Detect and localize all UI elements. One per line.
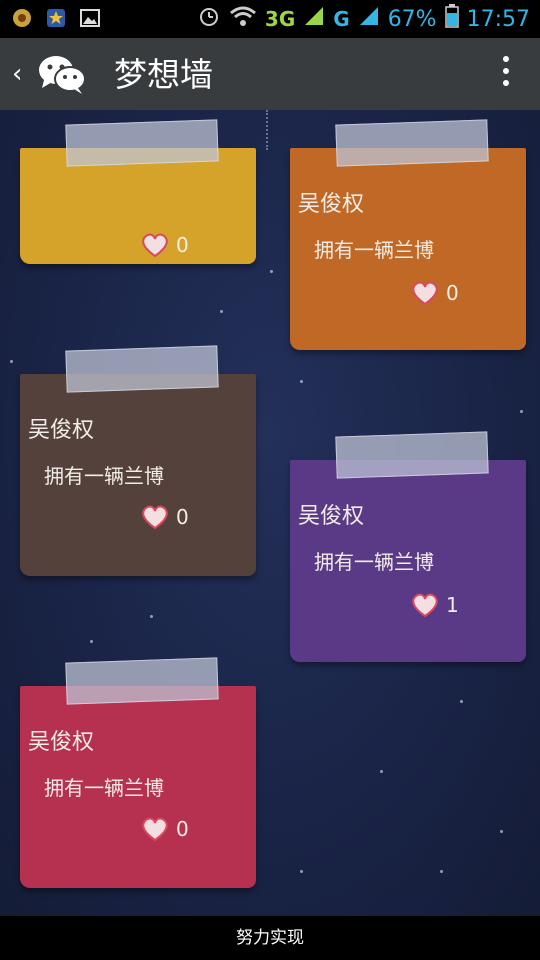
dream-note[interactable]: 0 <box>20 119 256 264</box>
dream-note[interactable]: 吴俊权 拥有一辆兰博 0 <box>20 657 256 888</box>
note-wish: 拥有一辆兰博 <box>314 238 434 262</box>
star-dot <box>150 615 153 618</box>
heart-icon <box>142 233 168 258</box>
note-author: 吴俊权 <box>28 730 95 755</box>
star-dot <box>300 380 303 383</box>
like-button[interactable]: 0 <box>140 816 189 842</box>
dream-wall[interactable]: 0 吴俊权 拥有一辆兰博 0 吴俊权 拥有一辆兰博 0 吴俊权 拥有一辆兰博 1 <box>0 110 540 916</box>
dream-note[interactable]: 吴俊权 拥有一辆兰博 0 <box>20 345 256 576</box>
overflow-menu-icon[interactable] <box>502 56 510 92</box>
heart-icon <box>142 505 168 530</box>
battery-percent: 67% <box>387 6 437 32</box>
battery-icon <box>444 4 459 34</box>
like-button[interactable]: 0 <box>410 280 459 306</box>
tape <box>65 119 219 167</box>
note-wish: 拥有一辆兰博 <box>44 464 164 488</box>
dream-note[interactable]: 吴俊权 拥有一辆兰博 0 <box>290 119 526 350</box>
tape <box>335 431 489 479</box>
dream-note[interactable]: 吴俊权 拥有一辆兰博 1 <box>290 431 526 662</box>
star-dot <box>300 870 303 873</box>
note-author: 吴俊权 <box>28 418 95 443</box>
note-author: 吴俊权 <box>298 504 365 529</box>
note-author: 吴俊权 <box>298 192 365 217</box>
bottom-action-button[interactable]: 努力实现 <box>0 916 540 960</box>
tape <box>65 657 219 705</box>
back-button[interactable]: ‹ <box>12 60 30 88</box>
like-count: 0 <box>176 233 189 257</box>
like-count: 0 <box>176 505 189 529</box>
app-notification-icon <box>10 6 34 30</box>
star-dot <box>380 770 383 773</box>
star-dot <box>460 700 463 703</box>
star-dot <box>270 270 273 273</box>
network-g-label: G <box>333 7 350 31</box>
fabric-seam <box>266 110 270 150</box>
tape <box>335 119 489 167</box>
status-bar: 3G G 67% 17:57 <box>0 0 540 38</box>
heart-icon <box>412 281 438 306</box>
network-3g-label: 3G <box>264 7 296 31</box>
signal-icon <box>303 5 325 33</box>
star-dot <box>440 870 443 873</box>
alarm-icon <box>197 4 221 34</box>
star-dot <box>500 830 503 833</box>
star-dot <box>10 360 13 363</box>
star-dot <box>90 640 93 643</box>
star-notification-icon <box>44 6 68 30</box>
heart-icon <box>412 593 438 618</box>
tape <box>65 345 219 393</box>
star-dot <box>520 410 523 413</box>
clock: 17:57 <box>466 6 530 32</box>
signal-icon <box>358 5 380 33</box>
like-count: 1 <box>446 593 459 617</box>
note-wish: 拥有一辆兰博 <box>314 550 434 574</box>
star-dot <box>220 310 223 313</box>
wifi-icon <box>229 4 257 34</box>
note-wish: 拥有一辆兰博 <box>44 776 164 800</box>
like-button[interactable]: 1 <box>410 592 459 618</box>
image-notification-icon <box>78 6 102 30</box>
heart-icon <box>142 817 168 842</box>
wechat-icon <box>36 52 88 96</box>
title-bar: ‹ 梦想墙 <box>0 38 540 110</box>
like-button[interactable]: 0 <box>140 504 189 530</box>
like-count: 0 <box>446 281 459 305</box>
page-title: 梦想墙 <box>114 55 213 94</box>
like-button[interactable]: 0 <box>140 232 189 258</box>
like-count: 0 <box>176 817 189 841</box>
